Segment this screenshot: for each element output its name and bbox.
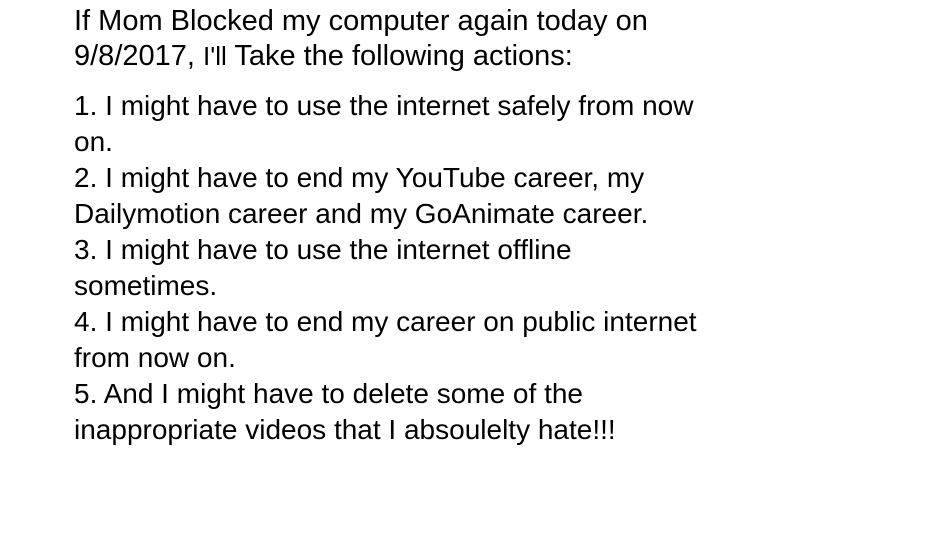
action-list: 1. I might have to use the internet safe… [74, 88, 834, 448]
list-item-line-1: 3. I might have to use the internet offl… [74, 234, 572, 265]
list-item: 2. I might have to end my YouTube career… [74, 160, 834, 232]
list-item-line-2: sometimes. [74, 270, 218, 301]
heading-line-1: If Mom Blocked my computer again today o… [74, 5, 648, 37]
heading-rest: Take the following actions: [234, 40, 573, 72]
document-heading: If Mom Blocked my computer again today o… [74, 4, 834, 74]
list-item-line-2: on. [74, 126, 113, 157]
heading-date: 9/8/2017, [74, 40, 195, 72]
heading-ill: I'll [203, 41, 227, 71]
list-item: 1. I might have to use the internet safe… [74, 88, 834, 160]
heading-line-2: 9/8/2017, I'll Take the following action… [74, 39, 834, 74]
list-item: 4. I might have to end my career on publ… [74, 304, 834, 376]
list-item-line-2: inappropriate videos that I absoulelty h… [74, 414, 616, 445]
document-body: If Mom Blocked my computer again today o… [74, 4, 834, 448]
list-item-line-2: from now on. [74, 342, 236, 373]
list-item-line-1: 5. And I might have to delete some of th… [74, 378, 583, 409]
list-item: 3. I might have to use the internet offl… [74, 232, 834, 304]
list-item-line-1: 1. I might have to use the internet safe… [74, 90, 694, 121]
list-item-line-1: 2. I might have to end my YouTube career… [74, 162, 645, 193]
list-item-line-1: 4. I might have to end my career on publ… [74, 306, 697, 337]
list-item-line-2: Dailymotion career and my GoAnimate care… [74, 198, 649, 229]
list-item: 5. And I might have to delete some of th… [74, 376, 834, 448]
